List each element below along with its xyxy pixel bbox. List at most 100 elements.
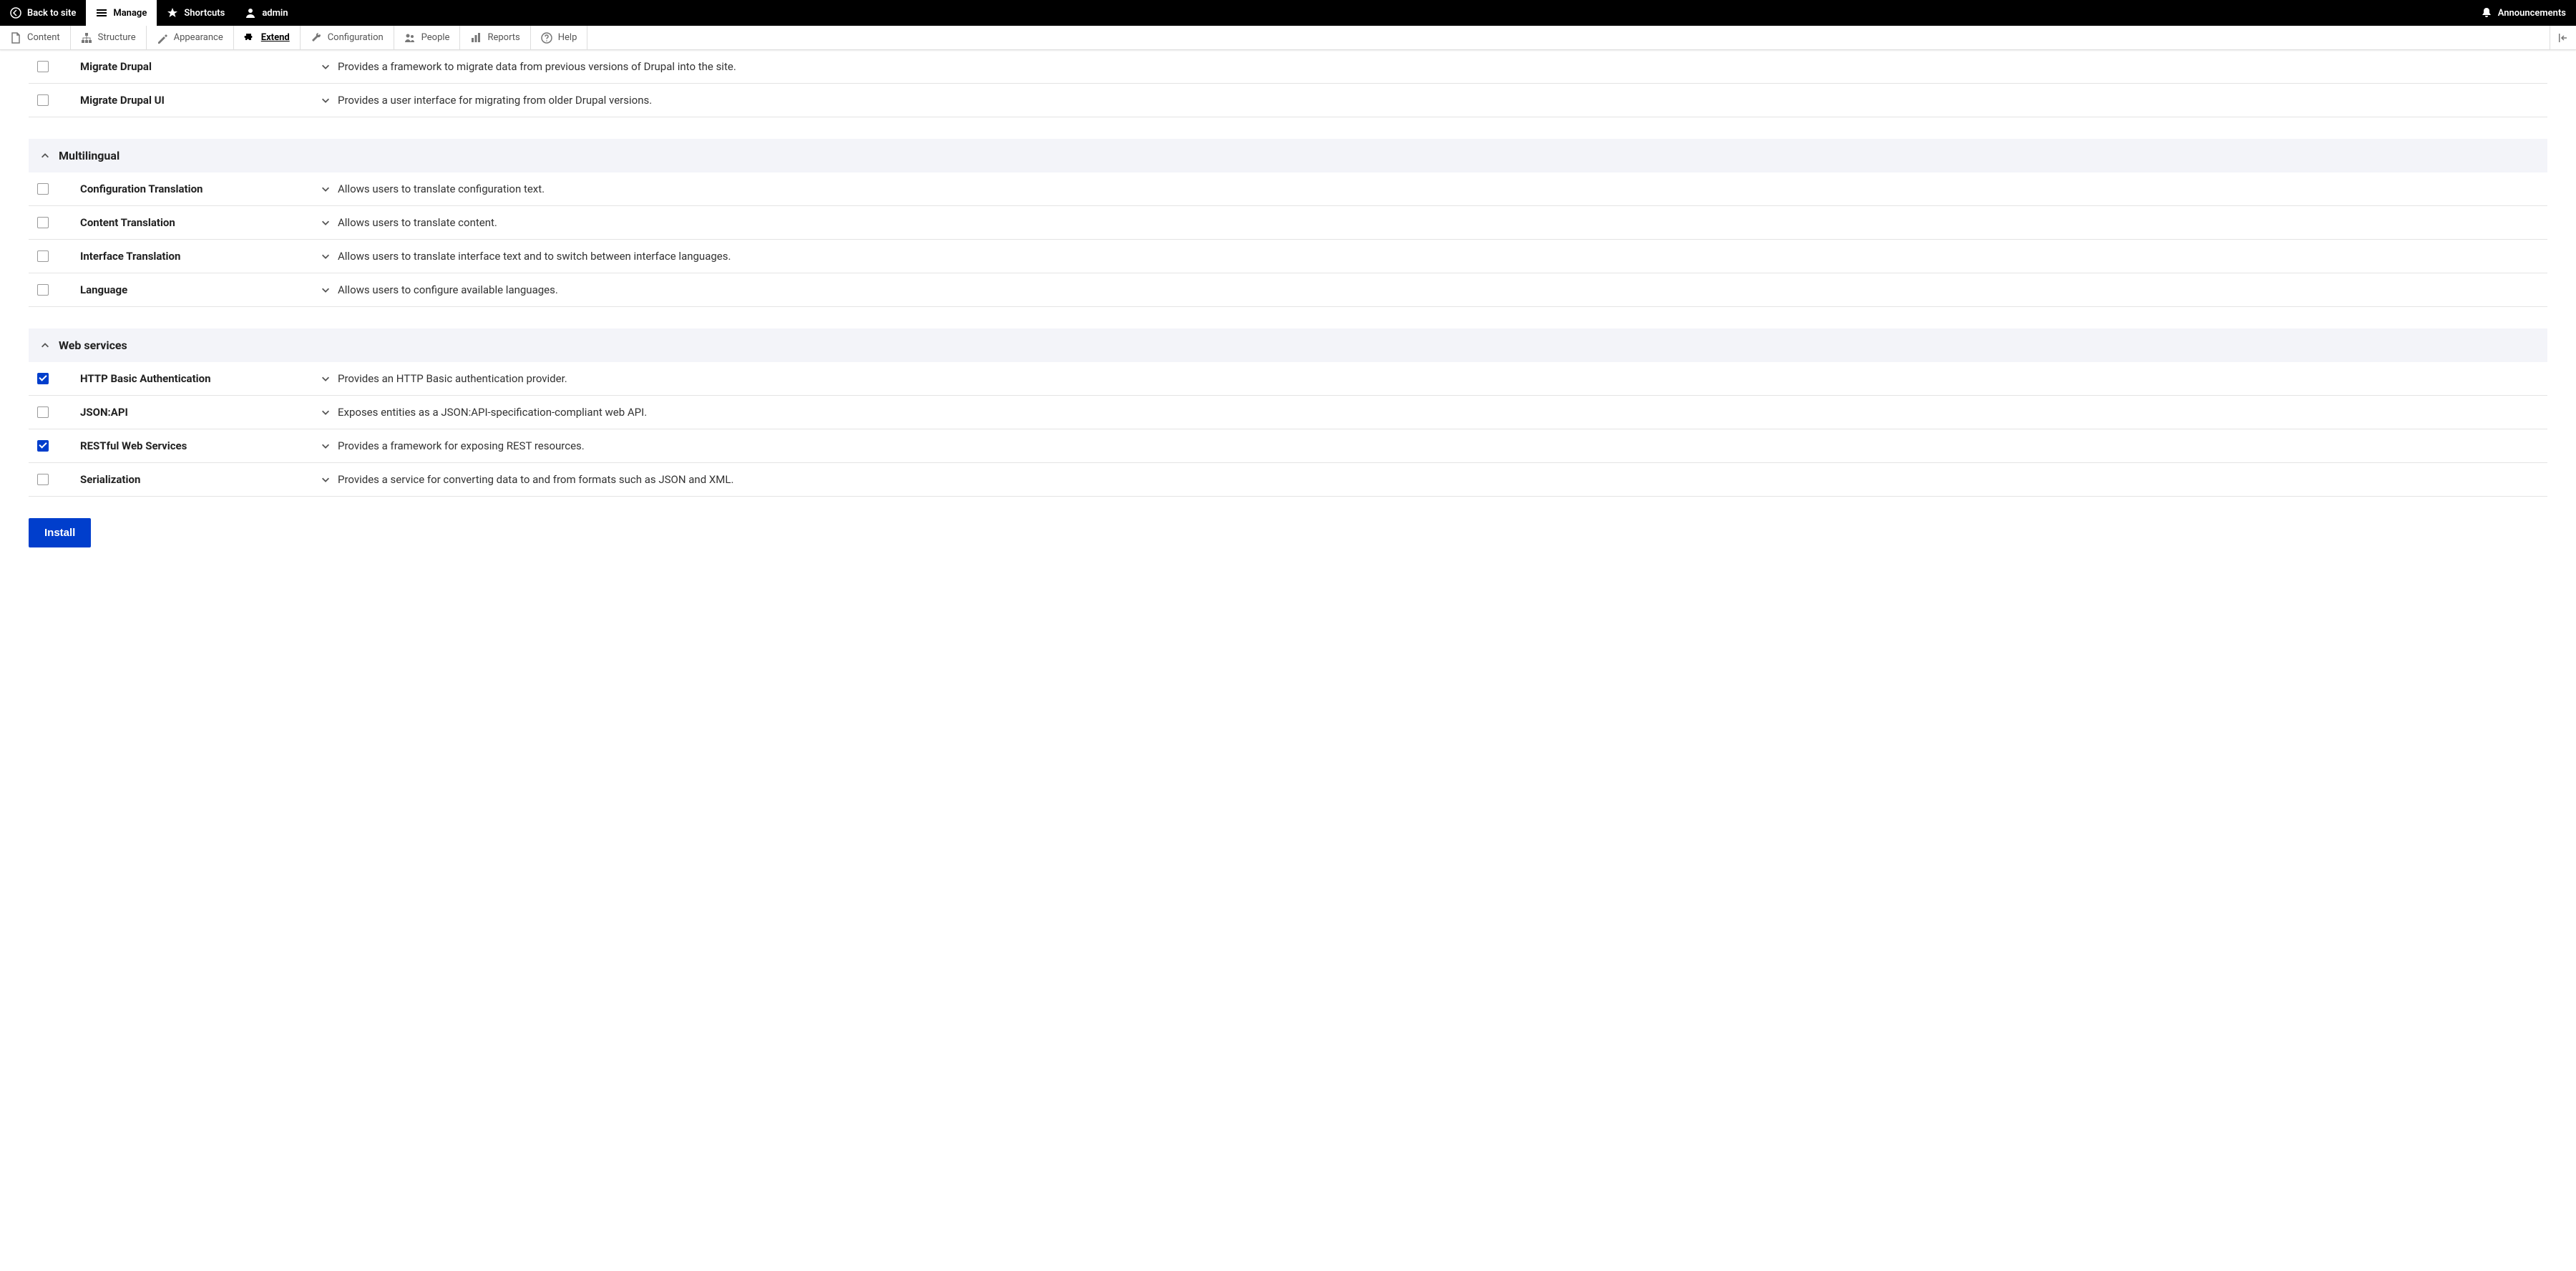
back-arrow-icon bbox=[10, 7, 21, 19]
reports-icon bbox=[470, 32, 482, 44]
module-name: Interface Translation bbox=[49, 250, 321, 263]
manage-tab[interactable]: Manage bbox=[86, 0, 157, 26]
admin-menu-appearance[interactable]: Appearance bbox=[147, 26, 234, 49]
chevron-down-icon[interactable] bbox=[321, 374, 331, 384]
module-row: JSON:API Exposes entities as a JSON:API-… bbox=[29, 396, 2547, 429]
chevron-down-icon[interactable] bbox=[321, 251, 331, 261]
group-header[interactable]: Multilingual bbox=[29, 139, 2547, 172]
back-to-site-link[interactable]: Back to site bbox=[0, 0, 86, 26]
module-description: Provides a service for converting data t… bbox=[338, 473, 733, 486]
admin-menu-people[interactable]: People bbox=[394, 26, 461, 49]
module-name: Migrate Drupal bbox=[49, 60, 321, 73]
module-name: HTTP Basic Authentication bbox=[49, 372, 321, 385]
module-row: Language Allows users to configure avail… bbox=[29, 273, 2547, 307]
module-checkbox[interactable] bbox=[37, 94, 49, 106]
chevron-up-icon bbox=[40, 151, 50, 161]
chevron-down-icon[interactable] bbox=[321, 95, 331, 105]
chevron-down-icon[interactable] bbox=[321, 407, 331, 417]
admin-menu-extend[interactable]: Extend bbox=[234, 26, 301, 49]
admin-menu-label: Configuration bbox=[328, 32, 384, 43]
announcements-label: Announcements bbox=[2498, 8, 2566, 19]
module-description: Provides a framework to migrate data fro… bbox=[338, 60, 736, 73]
install-button[interactable]: Install bbox=[29, 518, 91, 547]
chevron-down-icon[interactable] bbox=[321, 441, 331, 451]
form-actions: Install bbox=[29, 518, 2547, 547]
module-checkbox[interactable] bbox=[37, 250, 49, 262]
user-icon bbox=[245, 7, 256, 19]
module-row: Configuration Translation Allows users t… bbox=[29, 172, 2547, 206]
structure-icon bbox=[81, 32, 92, 44]
group-title: Web services bbox=[59, 339, 127, 352]
bell-icon bbox=[2481, 7, 2492, 19]
puzzle-icon bbox=[244, 32, 255, 44]
admin-menu-label: Extend bbox=[261, 32, 290, 43]
module-group-web-services: Web services HTTP Basic Authentication P… bbox=[29, 328, 2547, 497]
module-row: RESTful Web Services Provides a framewor… bbox=[29, 429, 2547, 463]
module-description: Exposes entities as a JSON:API-specifica… bbox=[338, 406, 647, 419]
shortcuts-label: Shortcuts bbox=[184, 8, 225, 19]
module-row: HTTP Basic Authentication Provides an HT… bbox=[29, 362, 2547, 396]
extend-page: Migrate Drupal Provides a framework to m… bbox=[0, 50, 2576, 576]
star-icon bbox=[167, 7, 178, 19]
module-checkbox[interactable] bbox=[37, 373, 49, 384]
module-checkbox[interactable] bbox=[37, 217, 49, 228]
chevron-down-icon[interactable] bbox=[321, 184, 331, 194]
chevron-down-icon[interactable] bbox=[321, 218, 331, 228]
admin-menu-label: Content bbox=[27, 32, 60, 43]
admin-menu-configuration[interactable]: Configuration bbox=[301, 26, 394, 49]
menu-orientation-toggle[interactable] bbox=[2550, 26, 2576, 49]
top-toolbar: Back to site Manage Shortcuts admin Anno… bbox=[0, 0, 2576, 26]
people-icon bbox=[404, 32, 416, 44]
module-row: Interface Translation Allows users to tr… bbox=[29, 240, 2547, 273]
group-header[interactable]: Web services bbox=[29, 328, 2547, 362]
module-name: Language bbox=[49, 283, 321, 296]
chevron-down-icon[interactable] bbox=[321, 285, 331, 295]
module-row: Migrate Drupal UI Provides a user interf… bbox=[29, 84, 2547, 117]
admin-menu-help[interactable]: Help bbox=[531, 26, 588, 49]
group-title: Multilingual bbox=[59, 149, 119, 162]
admin-menu-reports[interactable]: Reports bbox=[460, 26, 530, 49]
hamburger-icon bbox=[96, 7, 107, 19]
module-row: Content Translation Allows users to tran… bbox=[29, 206, 2547, 240]
admin-user-link[interactable]: admin bbox=[235, 0, 298, 26]
manage-label: Manage bbox=[113, 8, 147, 19]
chevron-down-icon[interactable] bbox=[321, 474, 331, 484]
module-checkbox[interactable] bbox=[37, 406, 49, 418]
module-checkbox[interactable] bbox=[37, 284, 49, 296]
appearance-icon bbox=[157, 32, 168, 44]
module-checkbox[interactable] bbox=[37, 474, 49, 485]
chevron-down-icon[interactable] bbox=[321, 62, 331, 72]
module-description: Allows users to translate interface text… bbox=[338, 250, 731, 263]
module-checkbox[interactable] bbox=[37, 440, 49, 452]
shortcuts-link[interactable]: Shortcuts bbox=[157, 0, 235, 26]
module-description: Provides an HTTP Basic authentication pr… bbox=[338, 372, 567, 385]
module-checkbox[interactable] bbox=[37, 61, 49, 72]
help-icon bbox=[541, 32, 552, 44]
module-description: Allows users to configure available lang… bbox=[338, 283, 558, 296]
admin-user-label: admin bbox=[262, 8, 288, 19]
module-name: Migrate Drupal UI bbox=[49, 94, 321, 107]
module-name: RESTful Web Services bbox=[49, 439, 321, 452]
module-name: Serialization bbox=[49, 473, 321, 486]
wrench-icon bbox=[311, 32, 322, 44]
admin-menu-label: Structure bbox=[98, 32, 136, 43]
module-checkbox[interactable] bbox=[37, 183, 49, 195]
module-description: Allows users to translate configuration … bbox=[338, 182, 545, 195]
module-name: JSON:API bbox=[49, 406, 321, 419]
module-name: Configuration Translation bbox=[49, 182, 321, 195]
chevron-up-icon bbox=[40, 341, 50, 351]
admin-menu-structure[interactable]: Structure bbox=[71, 26, 147, 49]
admin-menu-label: Reports bbox=[487, 32, 519, 43]
module-name: Content Translation bbox=[49, 216, 321, 229]
announcements-link[interactable]: Announcements bbox=[2471, 0, 2576, 26]
module-description: Allows users to translate content. bbox=[338, 216, 497, 229]
admin-menu-content[interactable]: Content bbox=[0, 26, 71, 49]
admin-menu-label: People bbox=[421, 32, 450, 43]
module-row: Migrate Drupal Provides a framework to m… bbox=[29, 50, 2547, 84]
admin-menu: Content Structure Appearance Extend Conf… bbox=[0, 26, 2576, 50]
admin-menu-label: Help bbox=[558, 32, 577, 43]
module-description: Provides a user interface for migrating … bbox=[338, 94, 652, 107]
collapse-icon bbox=[2557, 32, 2569, 44]
admin-menu-label: Appearance bbox=[174, 32, 223, 43]
module-group-multilingual: Multilingual Configuration Translation A… bbox=[29, 139, 2547, 307]
